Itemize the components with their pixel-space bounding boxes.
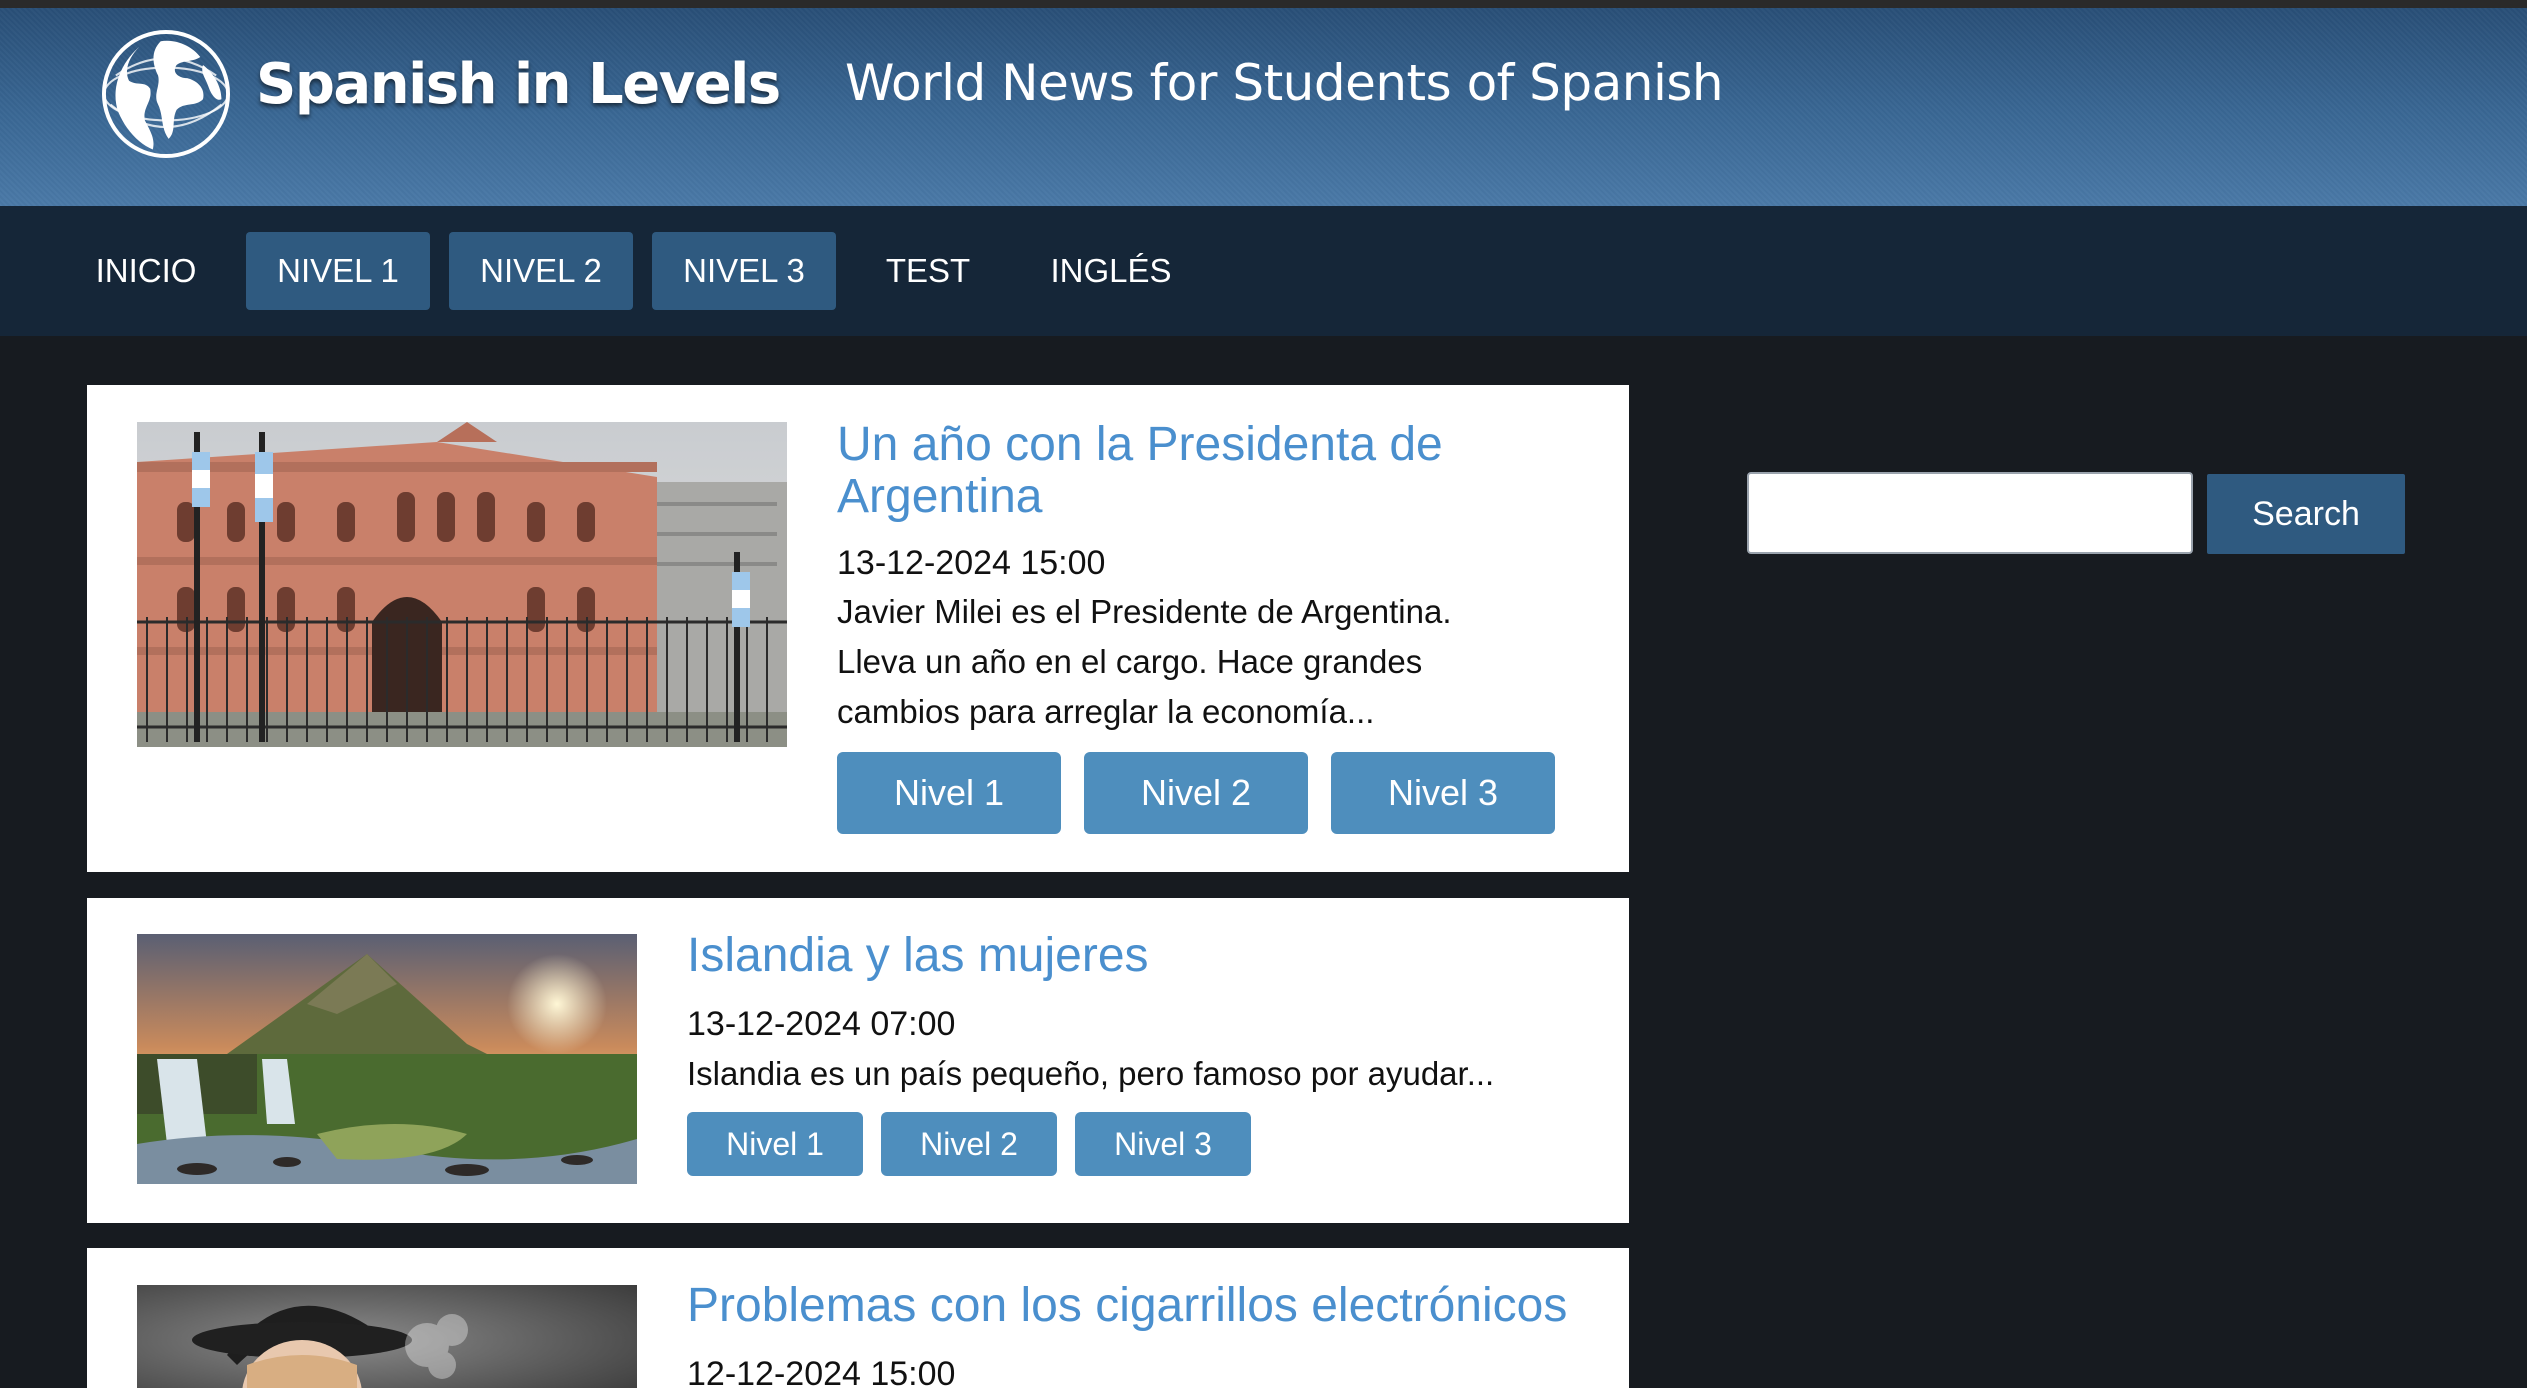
site-header: Spanish in Levels World News for Student… xyxy=(0,8,2527,206)
nav-item-nivel-1[interactable]: NIVEL 1 xyxy=(246,232,430,310)
globe-icon[interactable] xyxy=(100,28,232,160)
nav-item-test[interactable]: TEST xyxy=(864,232,992,310)
site-logo-text[interactable]: Spanish in Levels xyxy=(256,52,781,117)
article-date: 12-12-2024 15:00 xyxy=(687,1355,956,1388)
article-title[interactable]: Un año con la Presidenta de Argentina xyxy=(837,419,1597,523)
article-excerpt: Javier Milei es el Presidente de Argenti… xyxy=(837,587,1597,737)
article-excerpt-line: cambios para arreglar la economía... xyxy=(837,693,1375,730)
article-excerpt-line: Islandia es un país pequeño, pero famoso… xyxy=(687,1055,1495,1092)
search-button[interactable]: Search xyxy=(2207,474,2405,554)
top-stripe xyxy=(0,0,2527,8)
article-excerpt: Islandia es un país pequeño, pero famoso… xyxy=(687,1049,1607,1099)
article-excerpt-line: Lleva un año en el cargo. Hace grandes xyxy=(837,643,1423,680)
nav-item-nivel-2[interactable]: NIVEL 2 xyxy=(449,232,633,310)
article-card: Problemas con los cigarrillos electrónic… xyxy=(87,1248,1629,1388)
article-title-line[interactable]: Argentina xyxy=(837,471,1597,523)
level-2-button[interactable]: Nivel 2 xyxy=(881,1112,1057,1176)
main-nav: INICIO NIVEL 1 NIVEL 2 NIVEL 3 TEST INGL… xyxy=(0,206,2527,336)
site-tagline: World News for Students of Spanish xyxy=(845,54,1724,112)
article-title-line[interactable]: Islandia y las mujeres xyxy=(687,930,1587,982)
article-title[interactable]: Problemas con los cigarrillos electrónic… xyxy=(687,1280,1607,1332)
article-image-iceland[interactable] xyxy=(137,934,637,1184)
article-title-line[interactable]: Problemas con los cigarrillos electrónic… xyxy=(687,1280,1607,1332)
article-date: 13-12-2024 15:00 xyxy=(837,544,1106,582)
article-title-line[interactable]: Un año con la Presidenta de xyxy=(837,419,1597,471)
article-card: Islandia y las mujeres 13-12-2024 07:00 … xyxy=(87,898,1629,1223)
level-3-button[interactable]: Nivel 3 xyxy=(1331,752,1555,834)
nav-item-nivel-3[interactable]: NIVEL 3 xyxy=(652,232,836,310)
article-title[interactable]: Islandia y las mujeres xyxy=(687,930,1587,982)
search-input[interactable] xyxy=(1747,472,2193,554)
article-card: Un año con la Presidenta de Argentina 13… xyxy=(87,385,1629,872)
article-excerpt-line: Javier Milei es el Presidente de Argenti… xyxy=(837,593,1452,630)
level-2-button[interactable]: Nivel 2 xyxy=(1084,752,1308,834)
level-1-button[interactable]: Nivel 1 xyxy=(837,752,1061,834)
article-date: 13-12-2024 07:00 xyxy=(687,1005,956,1043)
article-image-vaping[interactable] xyxy=(137,1285,637,1388)
level-1-button[interactable]: Nivel 1 xyxy=(687,1112,863,1176)
article-image-casa-rosada[interactable] xyxy=(137,422,787,747)
nav-item-ingles[interactable]: INGLÉS xyxy=(1036,232,1186,310)
nav-item-inicio[interactable]: INICIO xyxy=(78,232,214,310)
level-3-button[interactable]: Nivel 3 xyxy=(1075,1112,1251,1176)
